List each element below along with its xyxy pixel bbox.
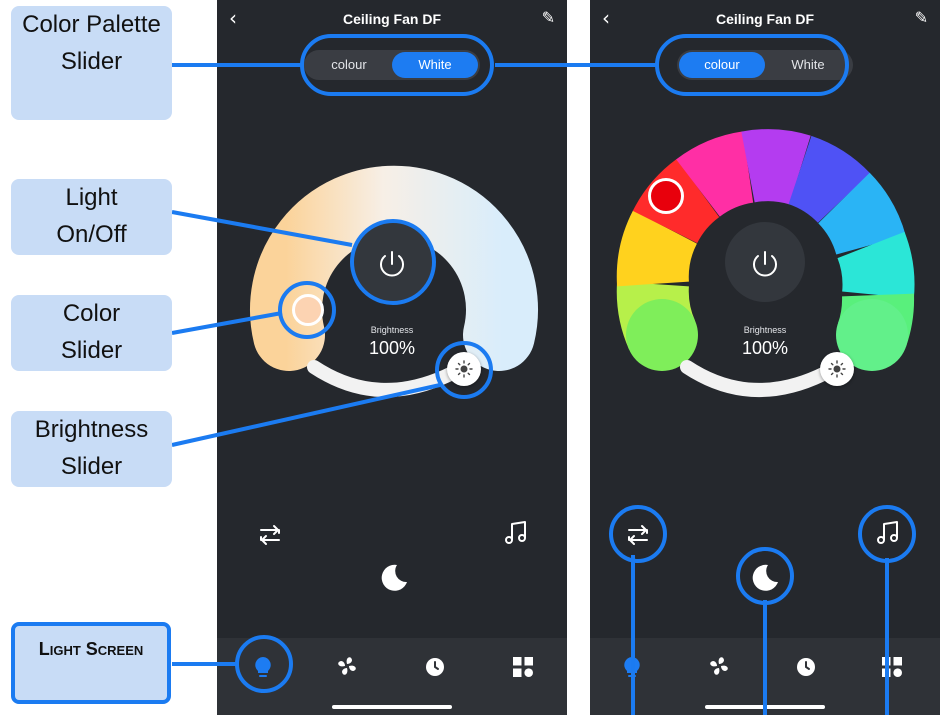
label-text: Color Palette Slider	[22, 11, 161, 75]
top-bar: ‹ Ceiling Fan DF ✎	[217, 0, 567, 40]
device-title: Ceiling Fan DF	[343, 11, 441, 27]
bulb-icon[interactable]	[621, 655, 643, 679]
label-light-on-off: Light On/Off	[11, 179, 172, 255]
music-note-icon[interactable]	[501, 518, 531, 548]
color-mode-toggle: colour White	[677, 50, 853, 80]
edit-icon[interactable]: ✎	[542, 8, 555, 27]
bulb-icon[interactable]	[252, 655, 274, 679]
brightness-slider-knob[interactable]	[447, 352, 481, 386]
home-indicator	[705, 705, 825, 709]
device-title: Ceiling Fan DF	[716, 11, 814, 27]
grid-icon[interactable]	[512, 656, 534, 678]
grid-icon[interactable]	[881, 656, 903, 678]
bottom-nav	[217, 638, 567, 715]
sun-icon	[455, 360, 473, 378]
light-power-button[interactable]	[725, 222, 805, 302]
music-note-icon[interactable]	[873, 518, 903, 548]
label-text: Brightness Slider	[34, 416, 149, 480]
label-text: Light On/Off	[56, 184, 127, 248]
brightness-slider-track[interactable]	[590, 340, 940, 420]
power-icon	[380, 251, 404, 277]
bottom-nav	[590, 638, 940, 715]
color-temperature-thumb[interactable]	[292, 294, 324, 326]
scene-loop-icon[interactable]	[623, 520, 653, 550]
power-icon	[753, 251, 777, 277]
label-text: Light Screen	[38, 639, 144, 659]
scene-loop-icon[interactable]	[255, 520, 285, 550]
moon-icon[interactable]	[748, 560, 782, 594]
tab-white[interactable]: White	[392, 52, 478, 78]
hue-selector-thumb[interactable]	[648, 178, 684, 214]
clock-icon[interactable]	[424, 656, 446, 678]
light-power-button[interactable]	[352, 222, 432, 302]
brightness-label: Brightness	[370, 325, 414, 335]
home-indicator	[332, 705, 452, 709]
phone-screen-colour: ‹ Ceiling Fan DF ✎ colour White Brightne…	[590, 0, 940, 715]
edit-icon[interactable]: ✎	[915, 8, 928, 27]
label-text: Color Slider	[60, 300, 123, 364]
tab-white[interactable]: White	[765, 52, 851, 78]
brightness-slider-knob[interactable]	[820, 352, 854, 386]
brightness-slider-track[interactable]	[217, 340, 567, 420]
brightness-label: Brightness	[743, 325, 787, 335]
phone-screen-white: ‹ Ceiling Fan DF ✎ colour White Brightne…	[217, 0, 567, 715]
top-bar: ‹ Ceiling Fan DF ✎	[590, 0, 940, 40]
moon-icon[interactable]	[377, 560, 411, 594]
fan-icon[interactable]	[707, 654, 731, 678]
label-brightness-slider: Brightness Slider	[11, 411, 172, 487]
clock-icon[interactable]	[795, 656, 817, 678]
color-mode-toggle: colour White	[304, 50, 480, 80]
label-color-palette-slider: Color Palette Slider	[11, 6, 172, 120]
tab-colour[interactable]: colour	[306, 52, 392, 78]
label-color-slider: Color Slider	[11, 295, 172, 371]
fan-icon[interactable]	[335, 654, 359, 678]
label-light-screen: Light Screen	[11, 622, 171, 704]
tab-colour[interactable]: colour	[679, 52, 765, 78]
sun-icon	[828, 360, 846, 378]
